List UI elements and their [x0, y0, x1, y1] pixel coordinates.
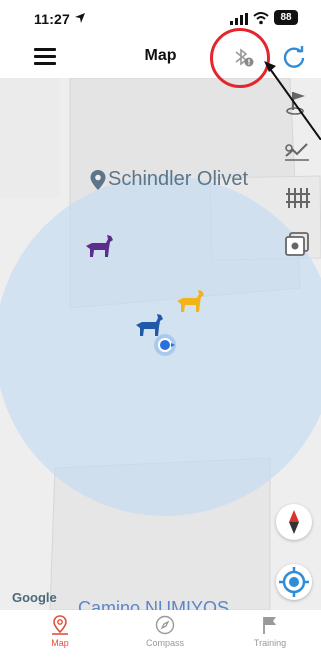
battery-indicator: 88 [274, 10, 298, 25]
location-arrow-icon [75, 13, 85, 23]
flag-icon [263, 617, 276, 634]
dog-marker-yellow-icon[interactable] [175, 288, 205, 314]
compass-orientation-button[interactable] [276, 504, 312, 540]
user-location-dot-icon [154, 334, 176, 356]
annotation-highlight-circle [210, 28, 270, 88]
locate-target-icon [279, 567, 309, 597]
tab-compass[interactable]: Compass [125, 614, 205, 658]
route-track-icon[interactable] [283, 136, 311, 164]
tab-training[interactable]: Training [230, 614, 310, 658]
center-location-button[interactable] [276, 564, 312, 600]
tab-training-label: Training [253, 638, 287, 648]
street-label: Camino NUMIYOS [78, 598, 230, 610]
signal-icon [230, 13, 248, 25]
map-view[interactable]: Schindler Olivet Google Camino NUMIYOS [0, 78, 321, 610]
compass-icon [155, 615, 175, 635]
google-logo: Google [12, 590, 57, 605]
tab-map-label: Map [51, 638, 69, 648]
bottom-tab-bar: Map Compass Training [0, 610, 321, 670]
place-name: Schindler Olivet [108, 168, 249, 190]
map-layers-icon[interactable] [283, 230, 311, 258]
dog-marker-purple-icon[interactable] [84, 233, 114, 259]
status-bar: 11:27 88 [0, 0, 321, 36]
tab-map[interactable]: Map [20, 614, 100, 658]
annotation-arrow [264, 61, 321, 140]
place-label: Schindler Olivet [90, 168, 248, 191]
wifi-icon [253, 12, 269, 25]
fence-icon[interactable] [283, 184, 311, 212]
tab-compass-label: Compass [145, 638, 184, 648]
map-pin-icon [52, 615, 68, 635]
north-arrow-icon [289, 510, 299, 534]
place-pin-icon [90, 169, 106, 190]
status-time: 11:27 [34, 11, 71, 27]
